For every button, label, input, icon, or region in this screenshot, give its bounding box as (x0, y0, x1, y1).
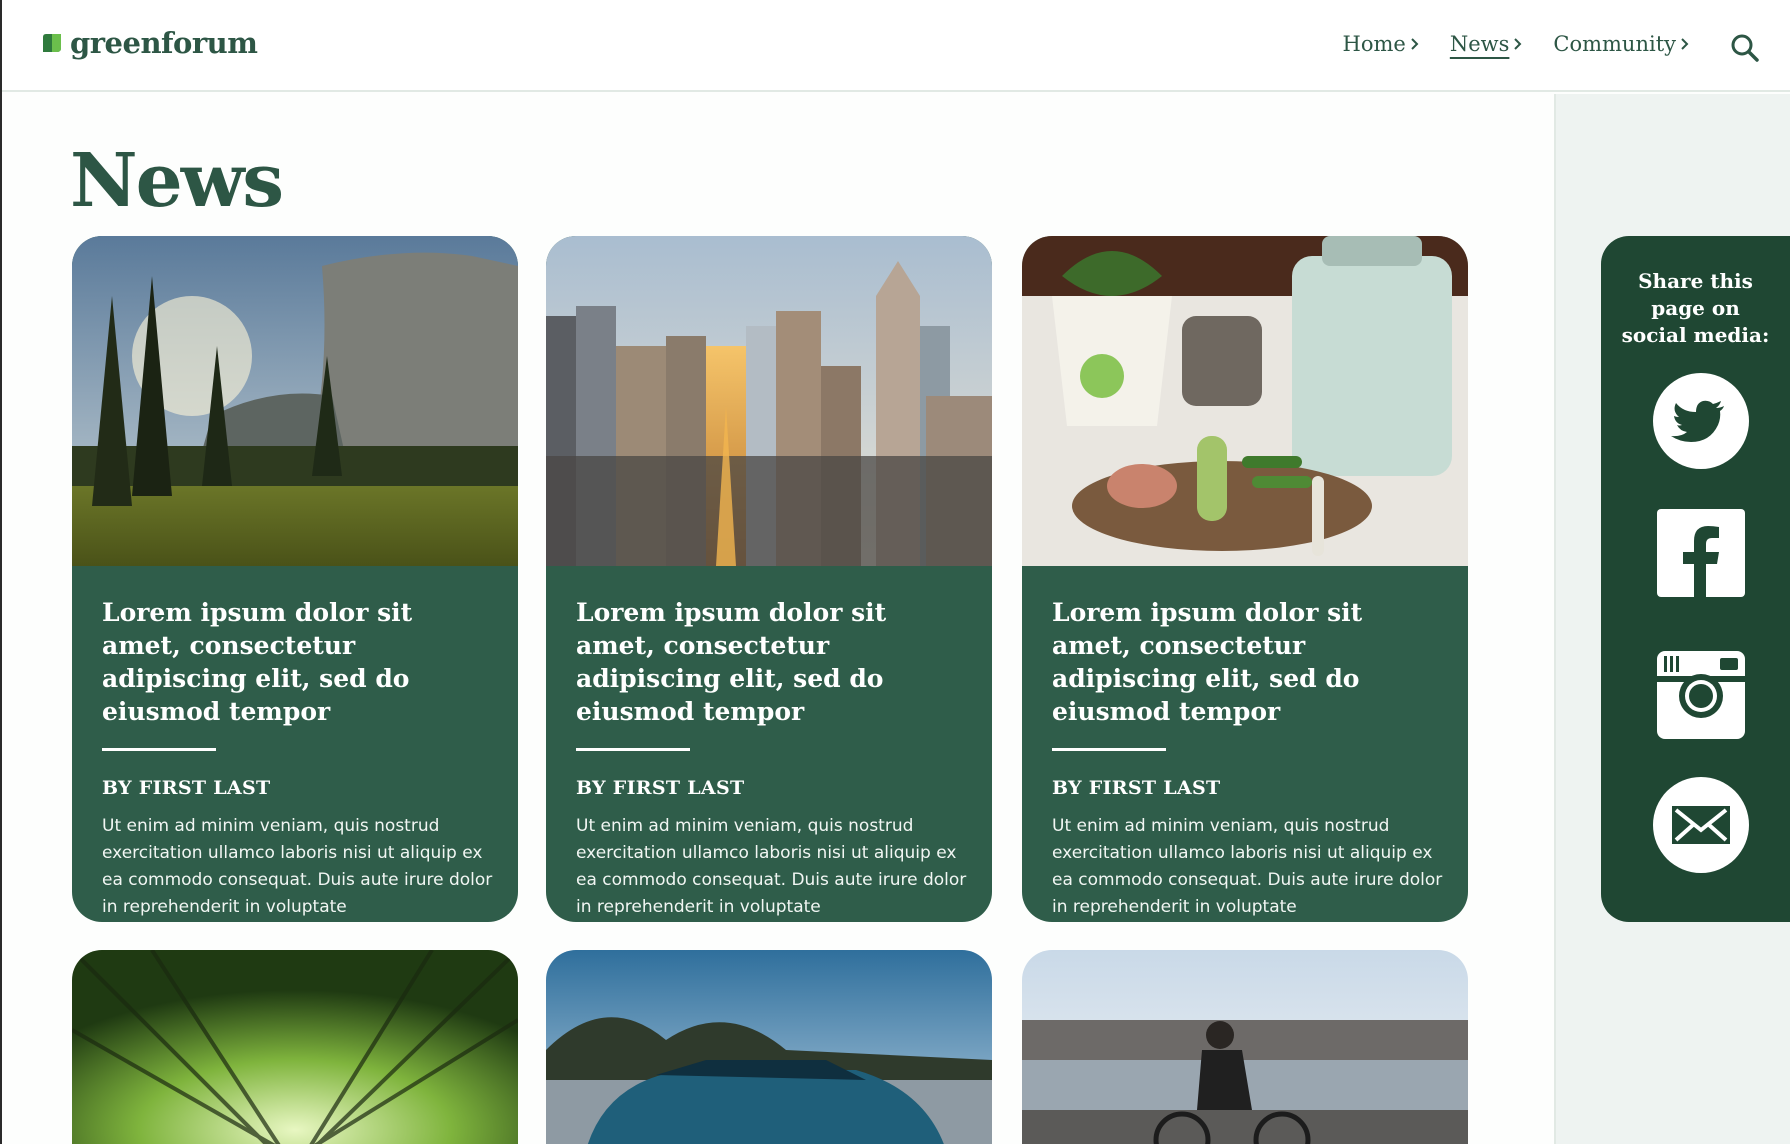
article-body: Lorem ipsum dolor sit amet, consectetur … (576, 596, 968, 921)
divider (576, 748, 690, 751)
nav-home[interactable]: Home (1343, 32, 1420, 56)
facebook-icon[interactable] (1652, 504, 1750, 602)
article-card[interactable] (1022, 950, 1468, 1144)
instagram-icon[interactable] (1652, 646, 1750, 744)
article-body: Lorem ipsum dolor sit amet, consectetur … (1052, 596, 1444, 921)
page-title: News (70, 138, 284, 224)
divider (1052, 748, 1166, 751)
twitter-icon[interactable] (1652, 372, 1750, 470)
nav-home-label: Home (1342, 32, 1406, 56)
article-title[interactable]: Lorem ipsum dolor sit amet, consectetur … (576, 596, 968, 728)
chevron-right-icon (1411, 38, 1419, 50)
city-skyline-photo (546, 236, 992, 566)
nav-news[interactable]: News (1450, 32, 1524, 56)
compost-vegetables-photo (1022, 236, 1468, 566)
article-title[interactable]: Lorem ipsum dolor sit amet, consectetur … (102, 596, 494, 728)
email-icon[interactable] (1652, 776, 1750, 874)
article-card[interactable] (72, 950, 518, 1144)
nav-community-label: Community (1553, 32, 1676, 56)
search-icon[interactable] (1730, 33, 1760, 63)
chevron-right-icon (1681, 38, 1689, 50)
leaf-logo-icon (40, 31, 64, 55)
share-panel: Share this page on social media: (1601, 236, 1790, 922)
article-byline: BY FIRST LAST (102, 777, 271, 799)
article-card[interactable]: Lorem ipsum dolor sit amet, consectetur … (546, 236, 992, 922)
article-body: Lorem ipsum dolor sit amet, consectetur … (102, 596, 494, 921)
divider (102, 748, 216, 751)
article-excerpt: Ut enim ad minim veniam, quis nostrud ex… (102, 816, 493, 917)
brand-name: greenforum (70, 26, 258, 60)
blue-car-photo (546, 950, 992, 1144)
article-card[interactable]: Lorem ipsum dolor sit amet, consectetur … (72, 236, 518, 922)
chevron-right-icon (1514, 38, 1522, 50)
nav-community[interactable]: Community (1553, 32, 1690, 56)
share-title: Share this page on social media: (1621, 269, 1770, 347)
cyclist-photo (1022, 950, 1468, 1144)
article-byline: BY FIRST LAST (576, 777, 745, 799)
article-byline: BY FIRST LAST (1052, 777, 1221, 799)
mountain-forest-photo (72, 236, 518, 566)
logo[interactable]: greenforum (40, 26, 258, 60)
article-card[interactable] (546, 950, 992, 1144)
nav-news-label: News (1449, 32, 1510, 56)
article-excerpt: Ut enim ad minim veniam, quis nostrud ex… (576, 816, 967, 917)
main-nav: Home News Community (1343, 32, 1690, 56)
article-excerpt: Ut enim ad minim veniam, quis nostrud ex… (1052, 816, 1443, 917)
bamboo-canopy-photo (72, 950, 518, 1144)
article-title[interactable]: Lorem ipsum dolor sit amet, consectetur … (1052, 596, 1444, 728)
site-header: greenforum Home News Community (2, 0, 1790, 92)
article-card[interactable]: Lorem ipsum dolor sit amet, consectetur … (1022, 236, 1468, 922)
